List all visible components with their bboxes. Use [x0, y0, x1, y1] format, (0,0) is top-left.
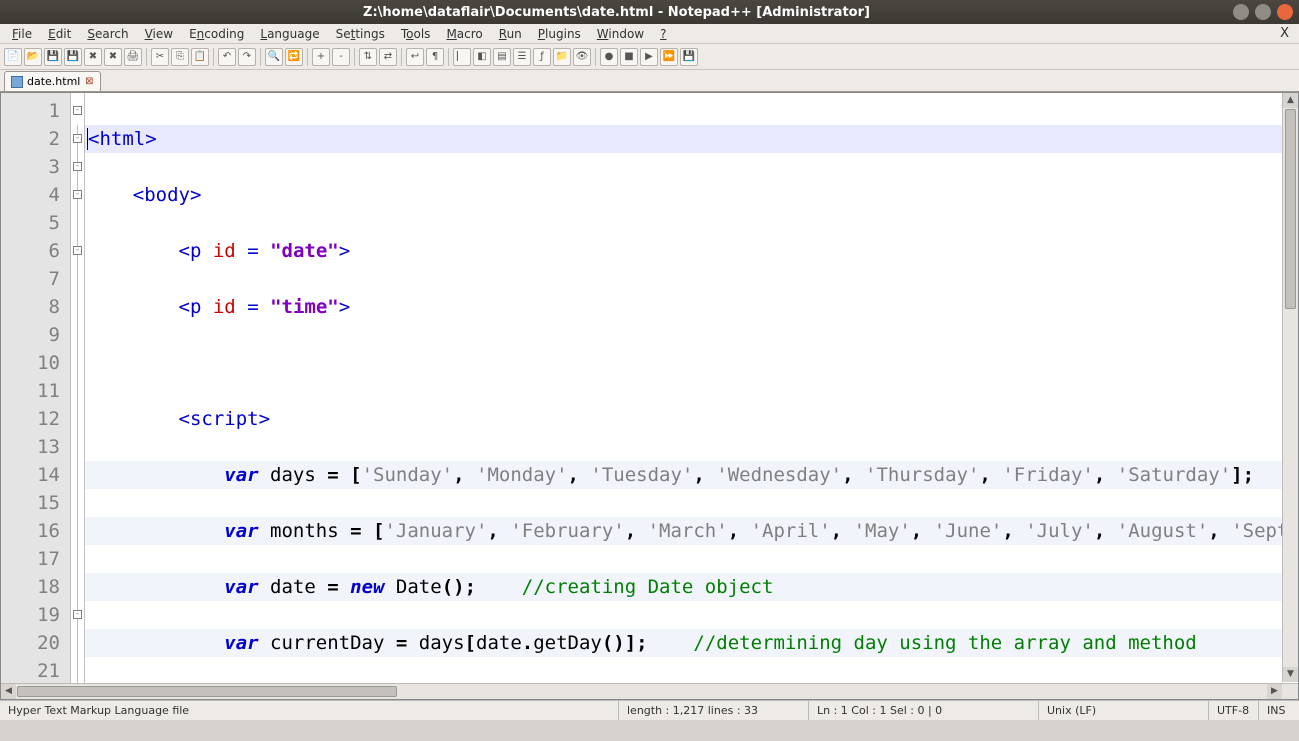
close-icon[interactable]: ✖ [84, 48, 102, 66]
doc-list-icon[interactable]: ☰ [513, 48, 531, 66]
zoom-out-icon[interactable]: - [332, 48, 350, 66]
menubar: File Edit Search View Encoding Language … [0, 24, 1299, 44]
menu-tools[interactable]: Tools [393, 25, 439, 43]
separator [401, 48, 402, 66]
tab-close-x[interactable]: X [1280, 26, 1289, 41]
folder-icon[interactable]: 📁 [553, 48, 571, 66]
menu-window[interactable]: Window [589, 25, 652, 43]
code-area[interactable]: <html> <body> <p id = "date"> <p id = "t… [85, 93, 1298, 699]
tabbar: date.html ⊠ [0, 70, 1299, 92]
minimize-button[interactable] [1233, 4, 1249, 20]
menu-view[interactable]: View [137, 25, 181, 43]
wordwrap-icon[interactable]: ↩ [406, 48, 424, 66]
tab-close-icon[interactable]: ⊠ [84, 77, 94, 87]
replace-icon[interactable]: 🔁 [285, 48, 303, 66]
all-chars-icon[interactable]: ¶ [426, 48, 444, 66]
play-icon[interactable]: ▶ [640, 48, 658, 66]
scroll-left-icon[interactable]: ◀ [1, 684, 16, 699]
new-file-icon[interactable]: 📄 [4, 48, 22, 66]
status-length: length : 1,217 lines : 33 [619, 701, 809, 720]
func-list-icon[interactable]: ƒ [533, 48, 551, 66]
status-mode[interactable]: INS [1259, 701, 1299, 720]
find-icon[interactable]: 🔍 [265, 48, 283, 66]
menu-macro[interactable]: Macro [438, 25, 490, 43]
cut-icon[interactable]: ✂ [151, 48, 169, 66]
udl-icon[interactable]: ◧ [473, 48, 491, 66]
scroll-down-icon[interactable]: ▼ [1283, 667, 1298, 682]
record-icon[interactable]: ● [600, 48, 618, 66]
stop-icon[interactable]: ■ [620, 48, 638, 66]
scroll-thumb[interactable] [1285, 109, 1296, 309]
close-button[interactable] [1277, 4, 1293, 20]
save-macro-icon[interactable]: 💾 [680, 48, 698, 66]
menu-plugins[interactable]: Plugins [530, 25, 589, 43]
vertical-scrollbar[interactable]: ▲ ▼ [1282, 93, 1298, 682]
separator [307, 48, 308, 66]
save-icon[interactable]: 💾 [44, 48, 62, 66]
line-number-gutter: 1 2 3 4 5 6 7 8 9 10 11 12 13 14 15 16 1… [1, 93, 71, 699]
scroll-thumb-h[interactable] [17, 686, 397, 697]
window-title: Z:\home\dataflair\Documents\date.html - … [6, 5, 1227, 20]
monitor-icon[interactable]: 👁 [573, 48, 591, 66]
titlebar: Z:\home\dataflair\Documents\date.html - … [0, 0, 1299, 24]
scroll-up-icon[interactable]: ▲ [1283, 93, 1298, 108]
sync-v-icon[interactable]: ⇅ [359, 48, 377, 66]
menu-help[interactable]: ? [652, 25, 674, 43]
editor[interactable]: 1 2 3 4 5 6 7 8 9 10 11 12 13 14 15 16 1… [0, 92, 1299, 700]
menu-encoding[interactable]: Encoding [181, 25, 252, 43]
menu-search[interactable]: Search [79, 25, 136, 43]
statusbar: Hyper Text Markup Language file length :… [0, 700, 1299, 720]
sync-h-icon[interactable]: ⇄ [379, 48, 397, 66]
tab-date-html[interactable]: date.html ⊠ [4, 71, 101, 91]
menu-file[interactable]: File [4, 25, 40, 43]
status-position: Ln : 1 Col : 1 Sel : 0 | 0 [809, 701, 1039, 720]
redo-icon[interactable]: ↷ [238, 48, 256, 66]
toolbar: 📄 📂 💾 💾 ✖ ✖ 🖨 ✂ ⎘ 📋 ↶ ↷ 🔍 🔁 + - ⇅ ⇄ ↩ ¶ … [0, 44, 1299, 70]
open-file-icon[interactable]: 📂 [24, 48, 42, 66]
print-icon[interactable]: 🖨 [124, 48, 142, 66]
undo-icon[interactable]: ↶ [218, 48, 236, 66]
menu-edit[interactable]: Edit [40, 25, 79, 43]
doc-map-icon[interactable]: ▤ [493, 48, 511, 66]
play-multi-icon[interactable]: ⏩ [660, 48, 678, 66]
status-filetype: Hyper Text Markup Language file [0, 701, 619, 720]
close-all-icon[interactable]: ✖ [104, 48, 122, 66]
indent-guide-icon[interactable]: ⎸ [453, 48, 471, 66]
menu-language[interactable]: Language [252, 25, 327, 43]
paste-icon[interactable]: 📋 [191, 48, 209, 66]
separator [595, 48, 596, 66]
copy-icon[interactable]: ⎘ [171, 48, 189, 66]
horizontal-scrollbar[interactable]: ◀ ▶ [1, 683, 1298, 699]
scroll-right-icon[interactable]: ▶ [1267, 684, 1282, 699]
maximize-button[interactable] [1255, 4, 1271, 20]
separator [354, 48, 355, 66]
fold-column[interactable]: - - - - - - [71, 93, 85, 699]
save-all-icon[interactable]: 💾 [64, 48, 82, 66]
zoom-in-icon[interactable]: + [312, 48, 330, 66]
status-encoding[interactable]: UTF-8 [1209, 701, 1259, 720]
separator [213, 48, 214, 66]
menu-settings[interactable]: Settings [328, 25, 393, 43]
separator [146, 48, 147, 66]
tab-label: date.html [27, 75, 80, 88]
separator [260, 48, 261, 66]
file-icon [11, 76, 23, 88]
separator [448, 48, 449, 66]
menu-run[interactable]: Run [491, 25, 530, 43]
status-eol[interactable]: Unix (LF) [1039, 701, 1209, 720]
